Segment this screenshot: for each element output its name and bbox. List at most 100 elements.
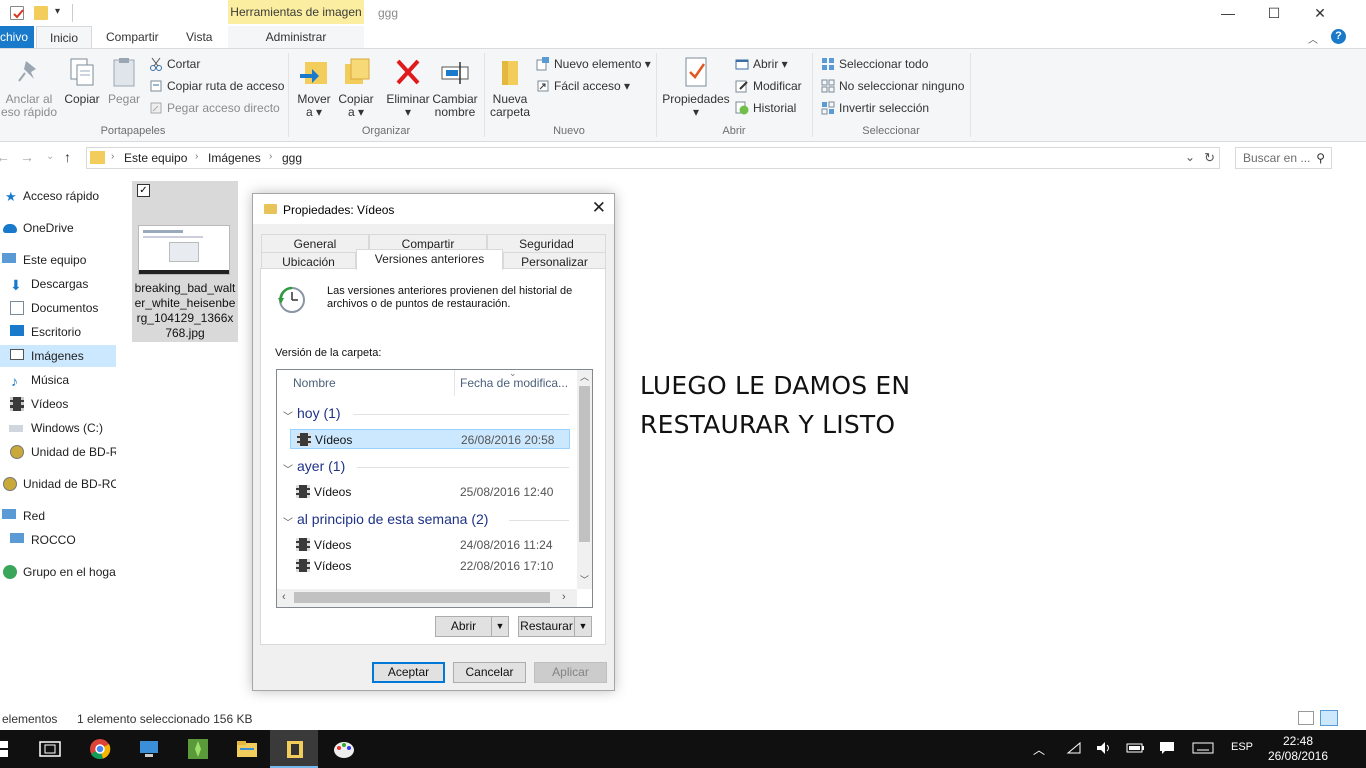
new-item-button[interactable]: Nuevo elemento ▾	[536, 54, 651, 74]
chrome-icon[interactable]	[88, 738, 112, 760]
group-chevron-icon[interactable]: ﹀	[283, 408, 293, 423]
nav-item-this-pc[interactable]: Este equipo	[0, 249, 116, 271]
breadcrumb-ggg[interactable]: ggg	[282, 151, 302, 165]
open-split-button[interactable]: Abrir ▼	[435, 616, 509, 637]
paste-button[interactable]: Pegar	[104, 53, 144, 106]
help-icon[interactable]: ?	[1331, 29, 1346, 44]
breadcrumb-separator[interactable]: ›	[195, 151, 198, 162]
cut-button[interactable]: Cortar	[149, 54, 200, 74]
nav-item-pictures[interactable]: Imágenes	[0, 345, 116, 367]
delete-button[interactable]: Eliminar ▾	[384, 53, 432, 119]
refresh-icon[interactable]: ↻	[1204, 150, 1215, 166]
dialog-close-button[interactable]: ✕	[592, 198, 606, 218]
show-hidden-icons-icon[interactable]: ︿	[1033, 741, 1045, 758]
file-tile[interactable]: ✓ breaking_bad_walter_white_heisenberg_1…	[132, 181, 238, 342]
vertical-scroll-thumb[interactable]	[579, 386, 590, 542]
close-button[interactable]: ✕	[1297, 0, 1343, 28]
large-icons-view-icon[interactable]	[1320, 710, 1338, 726]
select-none-button[interactable]: No seleccionar ninguno	[821, 76, 964, 96]
scroll-up-arrow-icon[interactable]: ︿	[580, 370, 589, 383]
keyboard-icon[interactable]	[1192, 741, 1214, 758]
group-header-today[interactable]: hoy (1)	[297, 405, 341, 421]
tab-home[interactable]: Inicio	[36, 26, 92, 49]
group-chevron-icon[interactable]: ﹀	[283, 461, 293, 476]
volume-icon[interactable]	[1095, 741, 1113, 758]
address-dropdown-icon[interactable]: ⌄	[1185, 150, 1195, 164]
invert-selection-button[interactable]: Invertir selección	[821, 98, 929, 118]
scroll-down-arrow-icon[interactable]: ﹀	[580, 573, 589, 586]
quick-access-dropdown-icon[interactable]: ▾	[55, 6, 60, 17]
tab-seguridad[interactable]: Seguridad	[487, 234, 606, 253]
task-view-icon[interactable]	[38, 738, 62, 760]
nav-item-quick-access[interactable]: ★ Acceso rápido	[0, 185, 116, 207]
versions-list[interactable]: Nombre Fecha de modifica... ⌄ ﹀ hoy (1) …	[276, 369, 593, 608]
nav-item-onedrive[interactable]: OneDrive	[0, 217, 116, 239]
address-bar[interactable]: › Este equipo › Imágenes › ggg ⌄ ↻	[86, 147, 1220, 169]
new-folder-quick-icon[interactable]	[34, 6, 48, 20]
game-app-icon[interactable]	[186, 738, 210, 760]
easy-access-button[interactable]: Fácil acceso ▾	[536, 76, 630, 96]
version-row[interactable]: Vídeos 25/08/2016 12:40	[290, 482, 570, 502]
new-folder-button[interactable]: Nueva carpeta	[488, 53, 532, 119]
cancel-button[interactable]: Cancelar	[453, 662, 526, 683]
language-indicator[interactable]: ESP	[1231, 741, 1253, 753]
ok-button[interactable]: Aceptar	[372, 662, 445, 683]
horizontal-scroll-thumb[interactable]	[294, 592, 550, 603]
tab-view[interactable]: Vista	[176, 26, 222, 48]
monitor-app-icon[interactable]	[137, 738, 161, 760]
nav-item-windows-c[interactable]: Windows (C:)	[0, 417, 116, 439]
version-row[interactable]: Vídeos 26/08/2016 20:58	[290, 429, 570, 449]
details-view-icon[interactable]	[1298, 711, 1314, 725]
file-explorer-icon[interactable]	[235, 738, 259, 760]
tab-manage[interactable]: Administrar	[228, 26, 364, 48]
properties-quick-icon[interactable]	[10, 6, 24, 20]
nav-item-homegroup[interactable]: Grupo en el hoga	[0, 561, 116, 583]
open-button[interactable]: Abrir ▾	[735, 54, 788, 74]
tab-file[interactable]: chivo	[0, 26, 35, 48]
copy-path-button[interactable]: Copiar ruta de acceso	[149, 76, 284, 96]
copy-button[interactable]: Copiar	[62, 53, 102, 106]
group-header-yesterday[interactable]: ayer (1)	[297, 458, 345, 474]
breadcrumb-separator[interactable]: ›	[111, 151, 114, 162]
group-header-this-week[interactable]: al principio de esta semana (2)	[297, 511, 488, 527]
restore-split-button[interactable]: Restaurar ▼	[518, 616, 592, 637]
history-button[interactable]: Historial	[735, 98, 796, 118]
nav-item-downloads[interactable]: ⬇ Descargas	[0, 273, 116, 295]
split-dropdown-icon[interactable]: ▼	[491, 617, 508, 636]
move-to-button[interactable]: Mover a ▾	[294, 53, 334, 119]
scroll-left-arrow-icon[interactable]: ‹	[282, 591, 286, 603]
minimize-button[interactable]: —	[1205, 0, 1251, 28]
action-center-icon[interactable]	[1159, 741, 1175, 758]
tab-general[interactable]: General	[261, 234, 369, 253]
column-header-name[interactable]: Nombre	[293, 376, 336, 390]
split-dropdown-icon[interactable]: ▼	[574, 617, 591, 636]
edit-button[interactable]: Modificar	[735, 76, 802, 96]
nav-item-bd-r[interactable]: Unidad de BD-R	[0, 441, 116, 463]
forward-arrow-icon[interactable]: →	[20, 149, 34, 165]
file-explorer-open-icon[interactable]	[283, 738, 307, 760]
collapse-ribbon-icon[interactable]: ︿	[1308, 31, 1318, 46]
nav-item-music[interactable]: ♪ Música	[0, 369, 116, 391]
nav-item-bd-ro[interactable]: Unidad de BD-RO	[0, 473, 116, 495]
file-checkbox[interactable]: ✓	[137, 184, 150, 197]
recent-locations-icon[interactable]: ⌄	[46, 151, 54, 162]
pin-quick-access-button[interactable]: Anclar al eso rápido	[0, 53, 60, 119]
breadcrumb-imagenes[interactable]: Imágenes	[208, 151, 261, 165]
version-row[interactable]: Vídeos 24/08/2016 11:24	[290, 535, 570, 555]
properties-button[interactable]: Propiedades ▾	[662, 53, 730, 119]
nav-item-rocco[interactable]: ROCCO	[0, 529, 116, 551]
tab-versiones-anteriores[interactable]: Versiones anteriores	[356, 249, 503, 270]
vertical-scrollbar[interactable]: ︿ ﹀	[577, 370, 592, 589]
maximize-button[interactable]: ☐	[1251, 0, 1297, 28]
back-arrow-icon[interactable]: ←	[0, 149, 10, 165]
nav-item-desktop[interactable]: Escritorio	[0, 321, 116, 343]
copy-to-button[interactable]: Copiar a ▾	[336, 53, 376, 119]
group-chevron-icon[interactable]: ﹀	[283, 514, 293, 529]
scroll-right-arrow-icon[interactable]: ›	[562, 591, 566, 603]
nav-item-videos[interactable]: Vídeos	[0, 393, 116, 415]
nav-item-network[interactable]: Red	[0, 505, 116, 527]
clock[interactable]: 22:48 26/08/2016	[1266, 734, 1330, 764]
search-icon[interactable]: ⚲	[1316, 148, 1325, 168]
paste-shortcut-button[interactable]: Pegar acceso directo	[149, 98, 280, 118]
search-input[interactable]: Buscar en ... ⚲	[1235, 147, 1332, 169]
